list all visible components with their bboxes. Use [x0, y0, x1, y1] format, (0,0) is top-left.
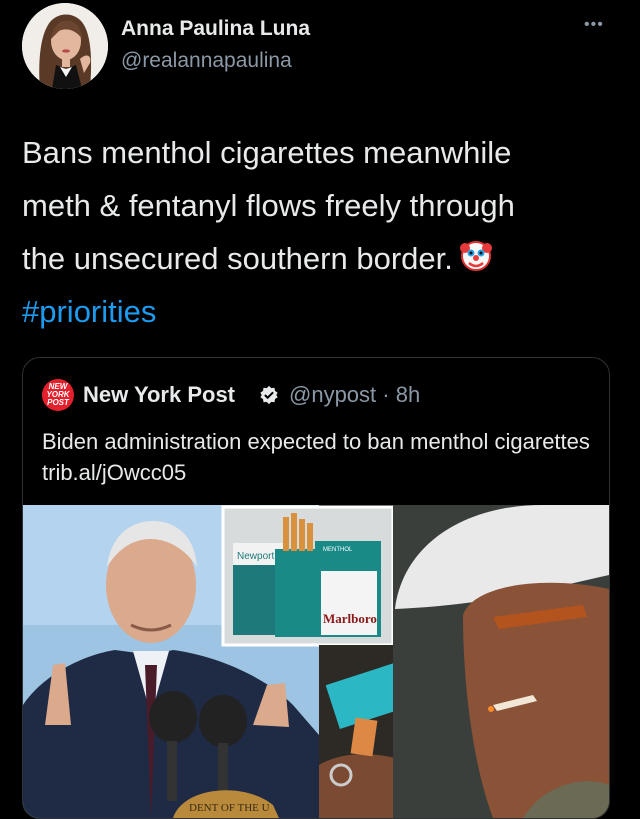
quoted-meta: @nypost · 8h — [289, 382, 420, 408]
quoted-media-image[interactable]: DENT OF THE U Newport MENTHOL Marlboro — [23, 505, 609, 818]
menthol-label: MENTHOL — [323, 547, 353, 553]
tweet-line: the unsecured southern border. — [22, 232, 612, 285]
tweet-line: Bans menthol cigarettes meanwhile — [22, 135, 512, 170]
tweet-text: Bans menthol cigarettes meanwhile meth &… — [22, 126, 612, 338]
cigarette-packs-photo: Newport MENTHOL Marlboro — [221, 505, 395, 647]
hashtag-link[interactable]: #priorities — [22, 285, 612, 338]
clown-face-icon — [459, 236, 493, 271]
more-options-icon[interactable]: ••• — [584, 16, 604, 34]
author-handle[interactable]: @realannapaulina — [121, 49, 292, 73]
author-avatar[interactable] — [22, 3, 108, 89]
author-display-name[interactable]: Anna Paulina Luna — [121, 17, 310, 41]
quoted-author-name[interactable]: New York Post — [83, 382, 235, 408]
tweet-line-text: the unsecured southern border. — [22, 241, 453, 276]
quoted-timestamp[interactable]: 8h — [396, 382, 420, 407]
nypost-logo-icon[interactable]: NEW YORK POST — [42, 379, 74, 411]
marlboro-pack-label: Marlboro — [323, 611, 377, 626]
quoted-tweet[interactable]: NEW YORK POST New York Post @nypost · 8h… — [22, 357, 610, 819]
quoted-tweet-text: Biden administration expected to ban men… — [42, 429, 590, 485]
verified-badge-icon — [260, 385, 278, 405]
meta-separator: · — [382, 382, 390, 407]
quoted-author-handle[interactable]: @nypost — [289, 382, 376, 407]
tweet-line: meth & fentanyl flows freely through — [22, 188, 515, 223]
newport-pack-label: Newport — [237, 551, 274, 562]
avatar-portrait — [22, 3, 108, 89]
man-smoking-photo — [393, 505, 609, 818]
